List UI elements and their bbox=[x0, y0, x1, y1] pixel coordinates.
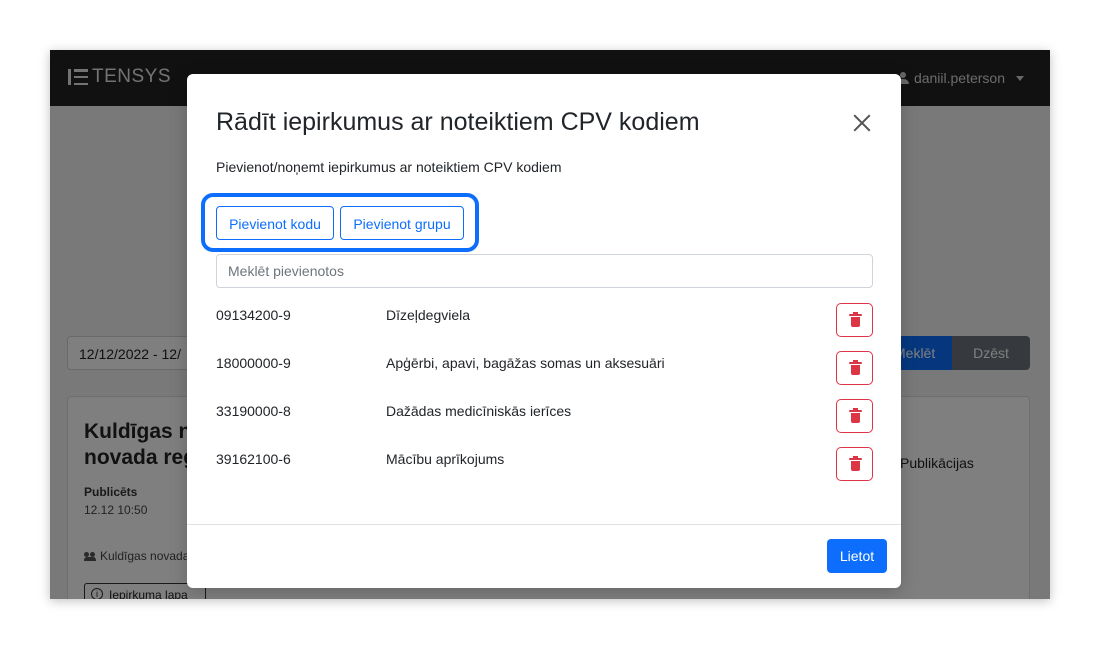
cpv-row: 33190000-8 Dažādas medicīniskās ierīces bbox=[216, 399, 873, 433]
delete-button[interactable] bbox=[836, 447, 873, 481]
cpv-code: 09134200-9 bbox=[216, 307, 291, 323]
cpv-filter-modal: Rādīt iepirkumus ar noteiktiem CPV kodie… bbox=[187, 74, 901, 588]
delete-button[interactable] bbox=[836, 399, 873, 433]
modal-description: Pievienot/noņemt iepirkumus ar noteiktie… bbox=[216, 159, 562, 175]
delete-button[interactable] bbox=[836, 303, 873, 337]
modal-title: Rādīt iepirkumus ar noteiktiem CPV kodie… bbox=[216, 108, 700, 136]
trash-icon bbox=[849, 456, 862, 471]
add-code-button[interactable]: Pievienot kodu bbox=[216, 206, 334, 240]
close-icon[interactable] bbox=[849, 110, 875, 136]
trash-icon bbox=[849, 312, 862, 327]
search-added-input[interactable] bbox=[216, 254, 873, 288]
cpv-name: Dažādas medicīniskās ierīces bbox=[386, 403, 572, 419]
cpv-name: Apģērbi, apavi, bagāžas somas un aksesuā… bbox=[386, 355, 665, 371]
cpv-code: 39162100-6 bbox=[216, 451, 291, 467]
trash-icon bbox=[849, 408, 862, 423]
cpv-row: 09134200-9 Dīzeļdegviela bbox=[216, 303, 873, 337]
cpv-code: 33190000-8 bbox=[216, 403, 291, 419]
cpv-name: Mācību aprīkojums bbox=[386, 451, 505, 467]
cpv-code: 18000000-9 bbox=[216, 355, 291, 371]
cpv-name: Dīzeļdegviela bbox=[386, 307, 471, 323]
cpv-row: 39162100-6 Mācību aprīkojums bbox=[216, 447, 873, 481]
apply-button[interactable]: Lietot bbox=[827, 539, 887, 573]
trash-icon bbox=[849, 360, 862, 375]
add-group-button[interactable]: Pievienot grupu bbox=[340, 206, 464, 240]
app-window: TENSYS daniil.peterson 12/12/2022 - 12/ … bbox=[50, 50, 1050, 599]
footer-divider bbox=[187, 524, 901, 525]
delete-button[interactable] bbox=[836, 351, 873, 385]
cpv-row: 18000000-9 Apģērbi, apavi, bagāžas somas… bbox=[216, 351, 873, 385]
